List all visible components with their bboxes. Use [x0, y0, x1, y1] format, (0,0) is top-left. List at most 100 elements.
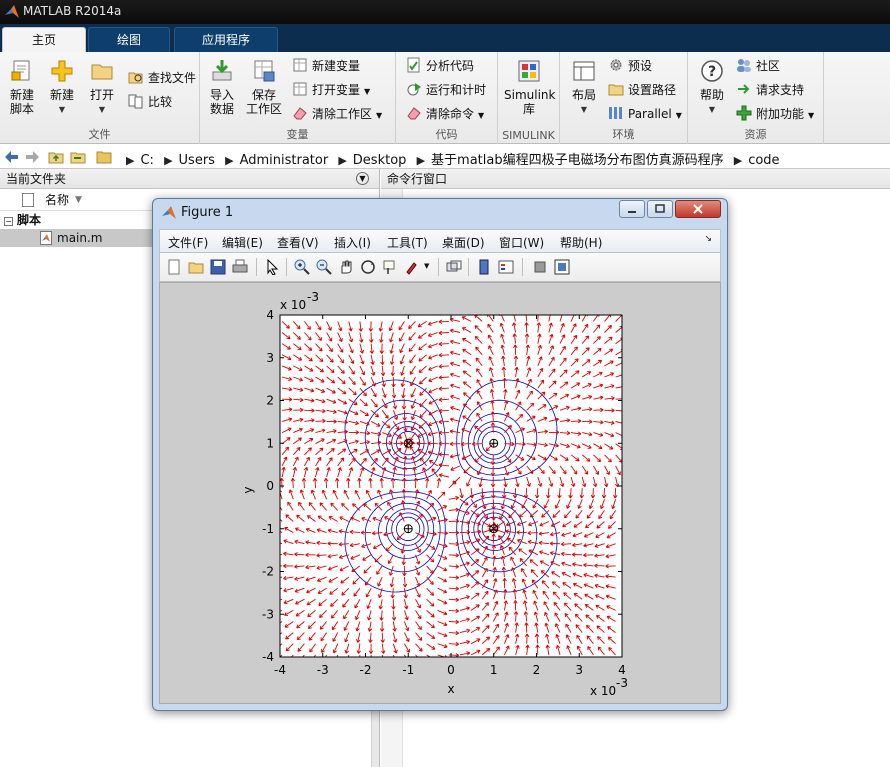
- panel-menu-icon[interactable]: ▼: [356, 172, 369, 185]
- brush-icon[interactable]: [404, 259, 420, 275]
- breadcrumb-item[interactable]: code: [748, 153, 779, 168]
- save-workspace-icon: [254, 60, 275, 82]
- matlab-logo-icon: [5, 5, 19, 18]
- breadcrumb-item[interactable]: Administrator: [240, 153, 329, 168]
- x-tick-label: 3: [575, 663, 583, 677]
- open-file-icon[interactable]: [188, 259, 204, 275]
- panel-title: 当前文件夹: [6, 172, 67, 186]
- colorbar-icon[interactable]: [476, 259, 492, 275]
- y-tick-label: -4: [262, 650, 274, 664]
- pan-hand-icon[interactable]: [338, 259, 354, 275]
- maximize-button[interactable]: [647, 200, 673, 218]
- tab-home[interactable]: 主页: [2, 27, 86, 52]
- y-axis-label: y: [241, 486, 255, 493]
- layout-button[interactable]: 布局 ▼: [564, 56, 604, 117]
- plus-icon: [51, 60, 73, 82]
- up-folder-icon[interactable]: [48, 149, 64, 165]
- svg-text:?: ?: [708, 64, 716, 80]
- dock-arrow-icon[interactable]: ↘: [704, 234, 712, 244]
- open-variable-button[interactable]: 打开变量 ▼: [292, 80, 370, 100]
- menu-insert[interactable]: 插入(I): [334, 234, 371, 251]
- collapse-icon[interactable]: −: [4, 217, 13, 226]
- minimize-button[interactable]: [619, 200, 645, 218]
- y-tick-label: 0: [266, 479, 274, 493]
- breadcrumb-item[interactable]: Desktop: [353, 153, 407, 168]
- request-support-button[interactable]: 请求支持: [736, 80, 804, 100]
- parallel-icon: [609, 107, 622, 119]
- x-tick-label: 0: [447, 663, 455, 677]
- x-tick-label: -1: [402, 663, 414, 677]
- command-window-header: 命令行窗口: [381, 169, 890, 189]
- field-plot[interactable]: -4 -3 -2 -1 0 1 2 3 443210-1-2-3-4xyx 10-3x 10-3: [160, 283, 720, 703]
- community-button[interactable]: 社区: [736, 56, 780, 76]
- show-plot-tools-icon[interactable]: [554, 259, 570, 275]
- x-tick-label: -4: [274, 663, 286, 677]
- menu-desktop[interactable]: 桌面(D): [442, 234, 485, 251]
- folder-open-icon: [91, 64, 113, 80]
- support-icon: [738, 84, 750, 94]
- folder-icon: [96, 151, 112, 164]
- clear-commands-button[interactable]: 清除命令 ▼: [406, 104, 484, 124]
- tab-plots[interactable]: 绘图: [88, 27, 170, 52]
- new-script-button[interactable]: 新建 脚本: [2, 56, 42, 116]
- legend-icon[interactable]: [498, 259, 514, 275]
- compare-icon: [128, 94, 143, 109]
- menu-view[interactable]: 查看(V): [277, 234, 319, 251]
- set-path-button[interactable]: 设置路径: [608, 80, 676, 100]
- preferences-button[interactable]: 预设: [608, 56, 652, 76]
- save-workspace-button[interactable]: 保存 工作区: [244, 56, 284, 116]
- forward-arrow-icon[interactable]: [24, 149, 40, 165]
- section-label-resources: 资源: [744, 128, 767, 141]
- import-data-button[interactable]: 导入 数据: [202, 56, 242, 116]
- browse-folder-icon[interactable]: [70, 149, 86, 165]
- save-icon[interactable]: [210, 259, 226, 275]
- section-label-code: 代码: [435, 128, 458, 141]
- menu-tools[interactable]: 工具(T): [387, 234, 428, 251]
- zoom-in-icon[interactable]: [294, 259, 310, 275]
- breadcrumb-item[interactable]: 基于matlab编程四极子电磁场分布图仿真源码程序: [431, 153, 724, 168]
- y-tick-label: -3: [262, 607, 274, 621]
- new-button[interactable]: 新建 ▼: [42, 56, 82, 117]
- close-button[interactable]: [675, 200, 721, 218]
- x-tick-label: 1: [490, 663, 498, 677]
- section-label-variable: 变量: [286, 128, 309, 141]
- minimize-icon: [628, 211, 636, 213]
- eraser-icon: [407, 107, 421, 120]
- help-icon: ?: [701, 60, 723, 82]
- x-tick-label: -3: [317, 663, 329, 677]
- zoom-out-icon[interactable]: [316, 259, 332, 275]
- y-tick-label: 2: [266, 394, 274, 408]
- folder-icon: [608, 84, 624, 96]
- breadcrumb-item[interactable]: C:: [140, 153, 153, 168]
- y-tick-label: 1: [266, 436, 274, 450]
- hide-plot-tools-icon[interactable]: [532, 259, 548, 275]
- parallel-button[interactable]: Parallel ▼: [608, 104, 682, 124]
- menu-help[interactable]: 帮助(H): [560, 234, 602, 251]
- brush-dropdown-icon[interactable]: ▼: [424, 262, 429, 270]
- back-arrow-icon[interactable]: [4, 149, 20, 165]
- open-button[interactable]: 打开 ▼: [82, 56, 122, 117]
- rotate-3d-icon[interactable]: [360, 259, 376, 275]
- ribbon-section-environment: 布局 ▼ 预设 设置路径 Parallel ▼ 环境: [560, 52, 688, 144]
- tab-apps[interactable]: 应用程序: [174, 27, 278, 52]
- menu-file[interactable]: 文件(F): [168, 234, 208, 251]
- breadcrumb-item[interactable]: Users: [179, 153, 215, 168]
- help-button[interactable]: ? 帮助 ▼: [692, 56, 732, 117]
- new-figure-icon[interactable]: [166, 259, 182, 275]
- run-and-time-button[interactable]: 运行和计时: [406, 80, 486, 100]
- link-plot-icon[interactable]: [446, 259, 462, 275]
- pointer-icon[interactable]: [264, 259, 280, 275]
- simulink-library-button[interactable]: Simulink 库: [504, 56, 555, 116]
- compare-button[interactable]: 比较: [128, 92, 172, 112]
- find-files-button[interactable]: 查找文件: [128, 68, 196, 88]
- print-icon[interactable]: [232, 259, 248, 275]
- add-ons-button[interactable]: 附加功能 ▼: [736, 104, 814, 124]
- charge-marker-positive: [403, 524, 413, 534]
- menu-window[interactable]: 窗口(W): [499, 234, 544, 251]
- menu-edit[interactable]: 编辑(E): [222, 234, 263, 251]
- data-cursor-icon[interactable]: [382, 259, 398, 275]
- app-title: MATLAB R2014a: [23, 4, 122, 18]
- analyze-code-button[interactable]: 分析代码: [406, 56, 474, 76]
- new-variable-button[interactable]: 新建变量: [292, 56, 360, 76]
- clear-workspace-button[interactable]: 清除工作区 ▼: [292, 104, 382, 124]
